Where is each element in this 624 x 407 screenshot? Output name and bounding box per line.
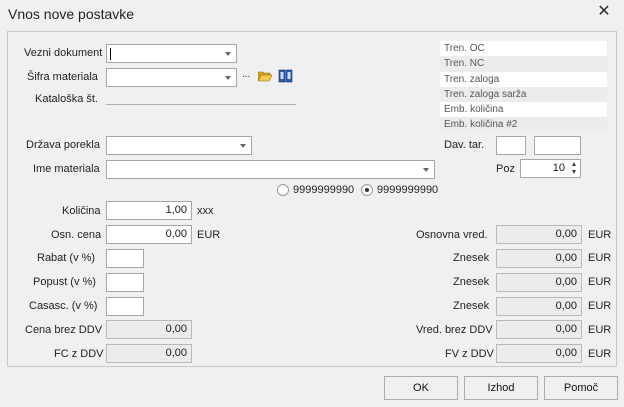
spin-up-icon[interactable]: ▲ <box>570 161 578 169</box>
cena-brez-ddv-field: 0,00 <box>106 320 192 339</box>
znesek-3-value: 0,00 <box>555 300 577 312</box>
znesek-3-label: Znesek <box>453 300 490 312</box>
cena-brez-ddv-label: Cena brez DDV <box>25 324 103 336</box>
znesek-2-value: 0,00 <box>555 276 577 288</box>
fv-z-ddv-field: 0,00 <box>496 344 582 363</box>
znesek-2-label: Znesek <box>453 276 490 288</box>
spin-down-icon[interactable]: ▼ <box>570 169 578 177</box>
chevron-down-icon[interactable] <box>423 168 429 172</box>
znesek-1-label: Znesek <box>453 252 490 264</box>
poz-value: 10 <box>552 162 565 174</box>
vred-brez-ddv-value: 0,00 <box>555 323 577 335</box>
casasc-input[interactable] <box>106 297 144 316</box>
osn-cena-unit: EUR <box>197 229 221 241</box>
poz-label: Poz <box>496 163 515 175</box>
info-row-tren-zaloga-sarza: Tren. zaloga sarža <box>440 86 607 103</box>
info-panel: Tren. OC Tren. NC Tren. zaloga Tren. zal… <box>440 41 607 133</box>
osn-cena-value: 0,00 <box>165 228 187 240</box>
vred-brez-ddv-label: Vred. brez DDV <box>416 324 493 336</box>
osnovna-vred-label: Osnovna vred. <box>416 229 488 241</box>
pomoc-button[interactable]: Pomoč <box>544 376 618 400</box>
chevron-down-icon[interactable] <box>225 76 231 80</box>
kolicina-input[interactable]: 1,00 <box>106 201 192 220</box>
chevron-down-icon[interactable] <box>240 144 246 148</box>
znesek-3-field: 0,00 <box>496 297 582 316</box>
sifra-materiala-label: Šifra materiala <box>27 71 98 83</box>
osn-cena-label: Osn. cena <box>51 229 102 241</box>
info-row-tren-zaloga: Tren. zaloga <box>444 73 500 85</box>
kolicina-value: 1,00 <box>165 204 187 216</box>
info-row-emb-kolicina: Emb. količina <box>444 104 504 116</box>
znesek-3-unit: EUR <box>588 300 612 312</box>
dav-tar-field-1[interactable] <box>496 136 526 155</box>
info-row-tren-oc: Tren. OC <box>444 43 485 54</box>
osn-cena-input[interactable]: 0,00 <box>106 225 192 244</box>
osnovna-vred-unit: EUR <box>588 229 612 241</box>
chevron-down-icon[interactable] <box>225 52 231 56</box>
casasc-label: Casasc. (v %) <box>29 300 98 312</box>
vred-brez-ddv-unit: EUR <box>588 324 612 336</box>
znesek-1-field: 0,00 <box>496 249 582 268</box>
fv-z-ddv-label: FV z DDV <box>445 348 494 360</box>
rabat-label: Rabat (v %) <box>37 252 96 264</box>
info-row-tren-nc: Tren. NC <box>440 56 607 72</box>
ime-materiala-label: Ime materiala <box>33 163 100 175</box>
fc-z-ddv-value: 0,00 <box>165 347 187 359</box>
ime-materiala-dropdown[interactable] <box>106 160 435 179</box>
kolicina-unit: xxx <box>197 205 214 217</box>
dav-tar-field-2[interactable] <box>534 136 581 155</box>
drzava-porekla-label: Država porekla <box>26 139 100 151</box>
info-row-emb-kolicina-2: Emb. količina #2 <box>440 117 607 133</box>
fc-z-ddv-field: 0,00 <box>106 344 192 363</box>
radio-option-1[interactable] <box>277 184 289 196</box>
osnovna-vred-field: 0,00 <box>496 225 582 244</box>
drzava-porekla-dropdown[interactable] <box>106 136 252 155</box>
ok-button[interactable]: OK <box>384 376 458 400</box>
fv-z-ddv-value: 0,00 <box>555 347 577 359</box>
popust-input[interactable] <box>106 273 144 292</box>
vred-brez-ddv-field: 0,00 <box>496 320 582 339</box>
znesek-1-value: 0,00 <box>555 252 577 264</box>
poz-spinner[interactable]: 10 ▲ ▼ <box>520 159 581 178</box>
kataloska-label: Kataloška št. <box>35 93 98 105</box>
radio-option-1-label: 9999999990 <box>293 184 355 196</box>
ellipsis-button[interactable]: ... <box>242 69 250 80</box>
radio-option-2-label: 9999999990 <box>377 184 439 196</box>
vezni-dokument-dropdown[interactable] <box>106 44 237 63</box>
izhod-button[interactable]: Izhod <box>464 376 538 400</box>
text-caret <box>110 48 111 60</box>
znesek-2-unit: EUR <box>588 276 612 288</box>
kolicina-label: Količina <box>62 205 101 217</box>
osnovna-vred-value: 0,00 <box>555 228 577 240</box>
fc-z-ddv-label: FC z DDV <box>54 348 104 360</box>
sifra-materiala-dropdown[interactable] <box>106 68 237 87</box>
znesek-2-field: 0,00 <box>496 273 582 292</box>
cena-brez-ddv-value: 0,00 <box>165 323 187 335</box>
radio-option-2[interactable] <box>361 184 373 196</box>
popust-label: Popust (v %) <box>33 276 96 288</box>
open-folder-icon[interactable] <box>258 70 272 82</box>
znesek-1-unit: EUR <box>588 252 612 264</box>
rabat-input[interactable] <box>106 249 144 268</box>
fv-z-ddv-unit: EUR <box>588 348 612 360</box>
vezni-dokument-label: Vezni dokument <box>24 47 103 59</box>
book-icon[interactable] <box>278 69 293 83</box>
close-icon[interactable]: ✕ <box>596 4 612 20</box>
kataloska-value-field <box>106 104 296 105</box>
window-title: Vnos nove postavke <box>8 6 135 22</box>
dav-tar-label: Dav. tar. <box>444 139 485 151</box>
